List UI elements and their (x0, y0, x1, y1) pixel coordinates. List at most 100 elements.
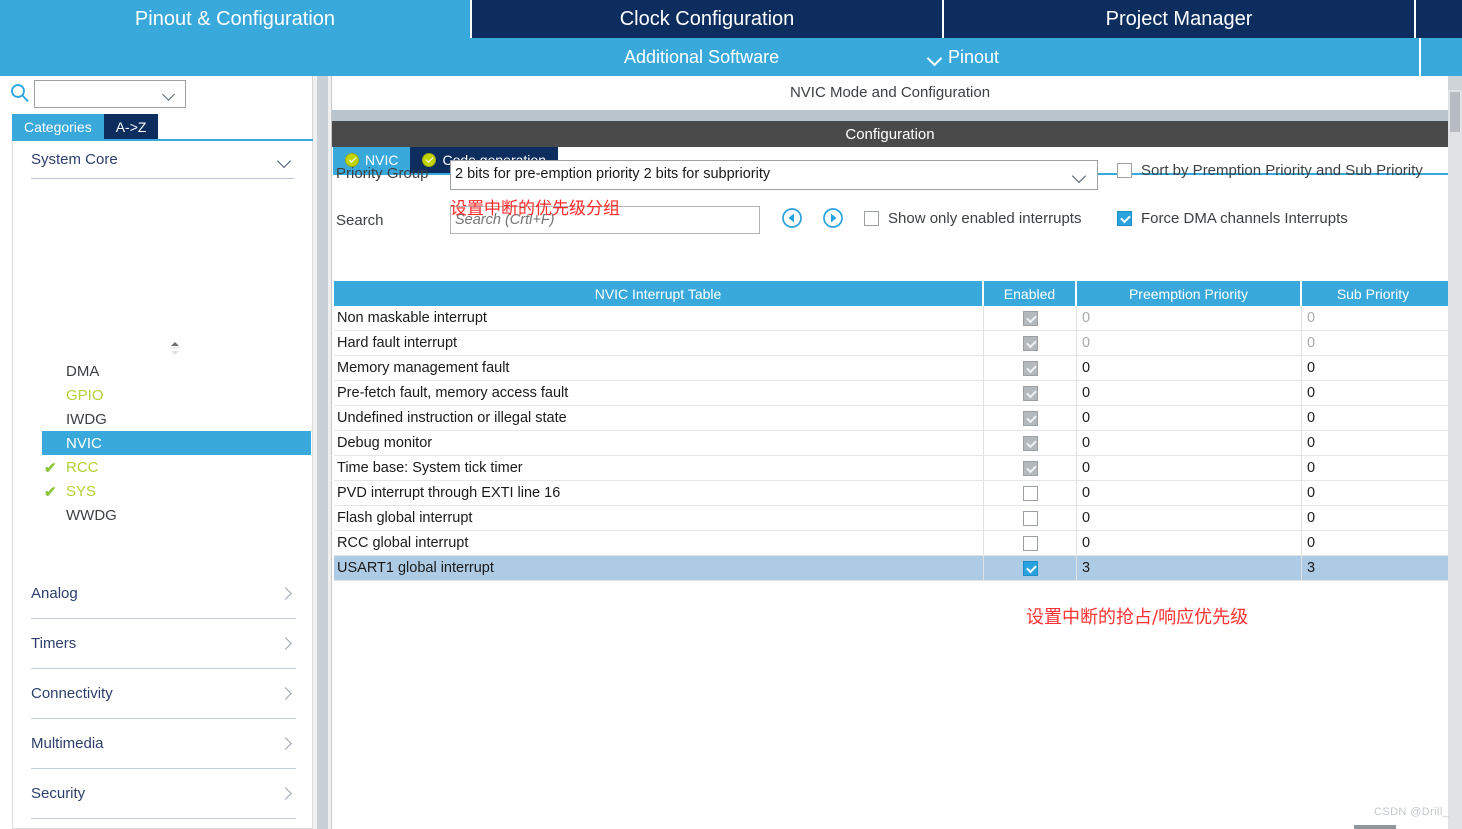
cell-sub[interactable]: 0 (1302, 531, 1444, 555)
category-system-core[interactable]: System Core (31, 141, 294, 179)
cubemx-window: Pinout & Configuration Clock Configurati… (0, 0, 1462, 829)
table-row[interactable]: Memory management fault 0 0 (334, 356, 1448, 381)
configuration-header-label: Configuration (845, 125, 935, 143)
tab-additional-software[interactable]: Additional Software (624, 38, 779, 76)
show-only-enabled-checkbox[interactable]: Show only enabled interrupts (864, 210, 1081, 227)
cell-sub[interactable]: 0 (1302, 356, 1444, 380)
cell-enabled[interactable] (984, 406, 1077, 430)
category-security[interactable]: Security (31, 769, 296, 819)
table-row[interactable]: Time base: System tick timer 0 0 (334, 456, 1448, 481)
cell-enabled[interactable] (984, 531, 1077, 555)
sidebar-item-dma[interactable]: DMA (13, 359, 314, 383)
table-row[interactable]: Undefined instruction or illegal state 0… (334, 406, 1448, 431)
sidebar-tab-categories[interactable]: Categories (12, 114, 104, 139)
tab-project-manager[interactable]: Project Manager (944, 0, 1414, 38)
cell-preemption[interactable]: 0 (1077, 456, 1302, 480)
column-header-name[interactable]: NVIC Interrupt Table (334, 281, 984, 306)
priority-group-select[interactable]: 2 bits for pre-emption priority 2 bits f… (450, 160, 1098, 190)
enabled-checkbox[interactable] (1022, 560, 1038, 576)
scroll-spinner-icon[interactable] (168, 341, 182, 357)
checkbox-box[interactable] (1117, 211, 1132, 226)
cell-preemption[interactable]: 0 (1077, 506, 1302, 530)
table-row[interactable]: PVD interrupt through EXTI line 16 0 0 (334, 481, 1448, 506)
circle-left-arrow-icon[interactable] (781, 207, 803, 229)
sidebar-view-tabs: Categories A->Z (12, 114, 159, 139)
cell-sub[interactable]: 0 (1302, 381, 1444, 405)
column-header-sub[interactable]: Sub Priority (1302, 281, 1444, 306)
column-header-preemption[interactable]: Preemption Priority (1077, 281, 1302, 306)
category-analog[interactable]: Analog (31, 569, 296, 619)
cell-sub[interactable]: 0 (1302, 306, 1444, 330)
category-computing[interactable]: Computing (31, 819, 296, 829)
table-row[interactable]: Hard fault interrupt 0 0 (334, 331, 1448, 356)
configuration-header: Configuration (332, 121, 1448, 147)
sidebar-item-iwdg[interactable]: IWDG (13, 407, 314, 431)
cell-interrupt-name: Memory management fault (334, 356, 984, 380)
page-title: NVIC Mode and Configuration (332, 76, 1448, 110)
cell-enabled[interactable] (984, 556, 1077, 580)
cell-sub[interactable]: 0 (1302, 331, 1444, 355)
sidebar-search-input[interactable] (34, 80, 186, 108)
cell-preemption[interactable]: 0 (1077, 406, 1302, 430)
category-timers[interactable]: Timers (31, 619, 296, 669)
sort-by-preemption-label: Sort by Premption Priority and Sub Prior… (1141, 162, 1423, 179)
cell-sub[interactable]: 0 (1302, 481, 1444, 505)
table-row[interactable]: RCC global interrupt 0 0 (334, 531, 1448, 556)
configuration-panel: NVIC Mode and Configuration Configuratio… (332, 76, 1462, 829)
tab-pinout-configuration[interactable]: Pinout & Configuration (0, 0, 470, 38)
enabled-checkbox[interactable] (1022, 510, 1038, 526)
cell-preemption[interactable]: 0 (1077, 356, 1302, 380)
enabled-checkbox[interactable] (1022, 535, 1038, 551)
enabled-checkbox[interactable] (1022, 485, 1038, 501)
cell-preemption[interactable]: 0 (1077, 431, 1302, 455)
table-row-selected[interactable]: USART1 global interrupt 3 3 (334, 556, 1448, 581)
search-icon (11, 84, 29, 103)
show-only-enabled-label: Show only enabled interrupts (888, 210, 1082, 227)
cell-preemption[interactable]: 0 (1077, 531, 1302, 555)
cell-enabled[interactable] (984, 356, 1077, 380)
main-vertical-scrollbar[interactable] (1448, 76, 1462, 829)
cell-preemption[interactable]: 0 (1077, 481, 1302, 505)
cell-enabled[interactable] (984, 481, 1077, 505)
cell-enabled[interactable] (984, 306, 1077, 330)
sidebar-item-nvic[interactable]: NVIC (42, 431, 311, 455)
category-multimedia[interactable]: Multimedia (31, 719, 296, 769)
table-row[interactable]: Debug monitor 0 0 (334, 431, 1448, 456)
sort-by-preemption-checkbox[interactable]: Sort by Premption Priority and Sub Prior… (1117, 162, 1423, 179)
cell-enabled[interactable] (984, 506, 1077, 530)
tab-clock-configuration[interactable]: Clock Configuration (472, 0, 942, 38)
sidebar-item-sys[interactable]: ✔ SYS (13, 479, 314, 503)
cell-sub[interactable]: 0 (1302, 456, 1444, 480)
table-row[interactable]: Non maskable interrupt 0 0 (334, 306, 1448, 331)
bottom-button-peek[interactable] (1354, 825, 1396, 829)
scrollbar-top-cap[interactable] (1448, 76, 1462, 90)
tab-pinout[interactable]: Pinout (928, 38, 999, 76)
cell-preemption[interactable]: 0 (1077, 331, 1302, 355)
scrollbar-thumb[interactable] (1450, 92, 1460, 132)
cell-enabled[interactable] (984, 431, 1077, 455)
cell-enabled[interactable] (984, 381, 1077, 405)
splitter-grip[interactable] (317, 76, 328, 829)
sidebar-item-gpio[interactable]: GPIO (13, 383, 314, 407)
cell-preemption[interactable]: 3 (1077, 556, 1302, 580)
cell-enabled[interactable] (984, 456, 1077, 480)
cell-preemption[interactable]: 0 (1077, 306, 1302, 330)
column-header-enabled[interactable]: Enabled (984, 281, 1077, 306)
cell-sub[interactable]: 0 (1302, 506, 1444, 530)
sidebar-item-wwdg[interactable]: WWDG (13, 503, 314, 527)
table-row[interactable]: Pre-fetch fault, memory access fault 0 0 (334, 381, 1448, 406)
circle-right-arrow-icon[interactable] (822, 207, 844, 229)
cell-preemption[interactable]: 0 (1077, 381, 1302, 405)
force-dma-interrupts-checkbox[interactable]: Force DMA channels Interrupts (1117, 210, 1348, 227)
sidebar-item-rcc[interactable]: ✔ RCC (13, 455, 314, 479)
checkbox-box[interactable] (864, 211, 879, 226)
cell-enabled[interactable] (984, 331, 1077, 355)
category-connectivity[interactable]: Connectivity (31, 669, 296, 719)
checkbox-box[interactable] (1117, 163, 1132, 178)
sidebar-splitter[interactable] (313, 76, 332, 829)
sidebar-tab-a-to-z[interactable]: A->Z (103, 114, 159, 139)
cell-sub[interactable]: 0 (1302, 431, 1444, 455)
cell-sub[interactable]: 3 (1302, 556, 1444, 580)
table-row[interactable]: Flash global interrupt 0 0 (334, 506, 1448, 531)
cell-sub[interactable]: 0 (1302, 406, 1444, 430)
